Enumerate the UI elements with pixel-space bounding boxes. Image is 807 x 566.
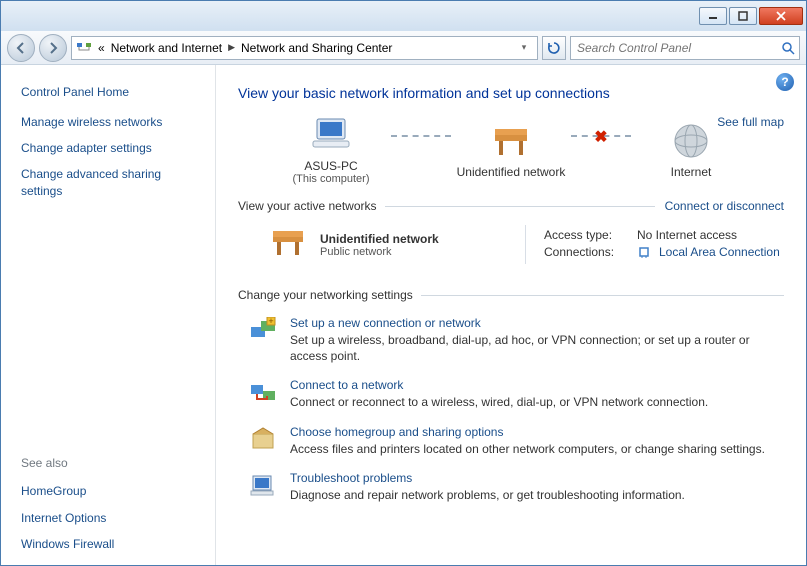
connection-link[interactable]: Local Area Connection: [659, 245, 780, 259]
main-panel: ? View your basic network information an…: [216, 65, 806, 565]
refresh-button[interactable]: [542, 36, 566, 60]
address-bar[interactable]: « Network and Internet ▶ Network and Sha…: [71, 36, 538, 60]
task-connect-network: Connect to a network Connect or reconnec…: [248, 378, 784, 410]
access-type-value: No Internet access: [637, 228, 737, 242]
node-pc-sublabel: (This computer): [271, 173, 391, 185]
ethernet-icon: [637, 245, 651, 259]
connection-line-2: ✖: [571, 135, 631, 137]
node-this-pc: ASUS-PC (This computer): [271, 115, 391, 185]
content-body: Control Panel Home Manage wireless netwo…: [1, 65, 806, 565]
search-icon[interactable]: [777, 41, 799, 55]
task-homegroup-desc: Access files and printers located on oth…: [290, 441, 784, 457]
titlebar: [1, 1, 806, 31]
task-homegroup: Choose homegroup and sharing options Acc…: [248, 425, 784, 457]
task-homegroup-link[interactable]: Choose homegroup and sharing options: [290, 425, 784, 439]
svg-text:+: +: [268, 317, 273, 326]
close-button[interactable]: [759, 7, 803, 25]
sidebar-link-wireless[interactable]: Manage wireless networks: [21, 114, 215, 130]
task-setup-connection-link[interactable]: Set up a new connection or network: [290, 316, 784, 330]
task-troubleshoot: Troubleshoot problems Diagnose and repai…: [248, 471, 784, 503]
task-connect-network-link[interactable]: Connect to a network: [290, 378, 784, 392]
navigation-bar: « Network and Internet ▶ Network and Sha…: [1, 31, 806, 65]
computer-icon: [309, 115, 353, 155]
see-full-map-link[interactable]: See full map: [717, 115, 784, 129]
maximize-button[interactable]: [729, 7, 757, 25]
task-setup-connection-desc: Set up a wireless, broadband, dial-up, a…: [290, 332, 784, 364]
page-title: View your basic network information and …: [238, 85, 784, 101]
task-troubleshoot-desc: Diagnose and repair network problems, or…: [290, 487, 784, 503]
access-type-label: Access type:: [544, 228, 629, 242]
task-setup-connection: + Set up a new connection or network Set…: [248, 316, 784, 364]
back-button[interactable]: [7, 34, 35, 62]
node-network: Unidentified network: [451, 121, 571, 179]
disconnected-icon: ✖: [594, 127, 607, 147]
globe-icon: [669, 121, 713, 161]
breadcrumb-current[interactable]: Network and Sharing Center: [241, 41, 392, 55]
homegroup-icon: [248, 425, 278, 453]
active-network-type: Public network: [320, 246, 439, 258]
connect-disconnect-link[interactable]: Connect or disconnect: [665, 199, 784, 213]
chevron-right-icon: ▶: [228, 42, 235, 53]
node-internet: Internet: [631, 121, 751, 179]
sidebar-seealso-homegroup[interactable]: HomeGroup: [21, 483, 215, 499]
task-troubleshoot-link[interactable]: Troubleshoot problems: [290, 471, 784, 485]
sidebar-link-advanced-sharing[interactable]: Change advanced sharing settings: [21, 166, 191, 198]
node-pc-label: ASUS-PC: [271, 159, 391, 173]
active-network-name: Unidentified network: [320, 232, 439, 246]
see-also-heading: See also: [21, 456, 215, 470]
network-map: See full map ASUS-PC (This computer): [238, 115, 784, 185]
network-center-icon: [76, 40, 92, 56]
forward-button[interactable]: [39, 34, 67, 62]
change-settings-heading: Change your networking settings: [238, 288, 784, 302]
troubleshoot-icon: [248, 471, 278, 499]
help-icon[interactable]: ?: [776, 73, 794, 91]
bench-icon: [268, 225, 308, 264]
search-box: [570, 36, 800, 60]
control-panel-home-link[interactable]: Control Panel Home: [21, 85, 215, 99]
active-network-row: Unidentified network Public network Acce…: [238, 223, 784, 274]
node-network-label: Unidentified network: [451, 165, 571, 179]
active-networks-heading: View your active networks Connect or dis…: [238, 199, 784, 213]
connect-network-icon: [248, 378, 278, 406]
sidebar: Control Panel Home Manage wireless netwo…: [1, 65, 216, 565]
bench-icon: [489, 121, 533, 161]
search-input[interactable]: [571, 41, 777, 55]
breadcrumb-parent[interactable]: Network and Internet: [111, 41, 222, 55]
connections-label: Connections:: [544, 245, 629, 259]
sidebar-seealso-firewall[interactable]: Windows Firewall: [21, 536, 215, 552]
minimize-button[interactable]: [699, 7, 727, 25]
sidebar-link-adapter[interactable]: Change adapter settings: [21, 140, 215, 156]
sidebar-seealso-internet-options[interactable]: Internet Options: [21, 510, 215, 526]
breadcrumb-prefix[interactable]: «: [98, 41, 105, 55]
setup-connection-icon: +: [248, 316, 278, 344]
control-panel-window: « Network and Internet ▶ Network and Sha…: [0, 0, 807, 566]
task-connect-network-desc: Connect or reconnect to a wireless, wire…: [290, 394, 784, 410]
connection-line-1: [391, 135, 451, 137]
node-internet-label: Internet: [631, 165, 751, 179]
address-dropdown[interactable]: ▾: [515, 37, 533, 59]
change-settings-label: Change your networking settings: [238, 288, 413, 302]
active-networks-label: View your active networks: [238, 199, 377, 213]
